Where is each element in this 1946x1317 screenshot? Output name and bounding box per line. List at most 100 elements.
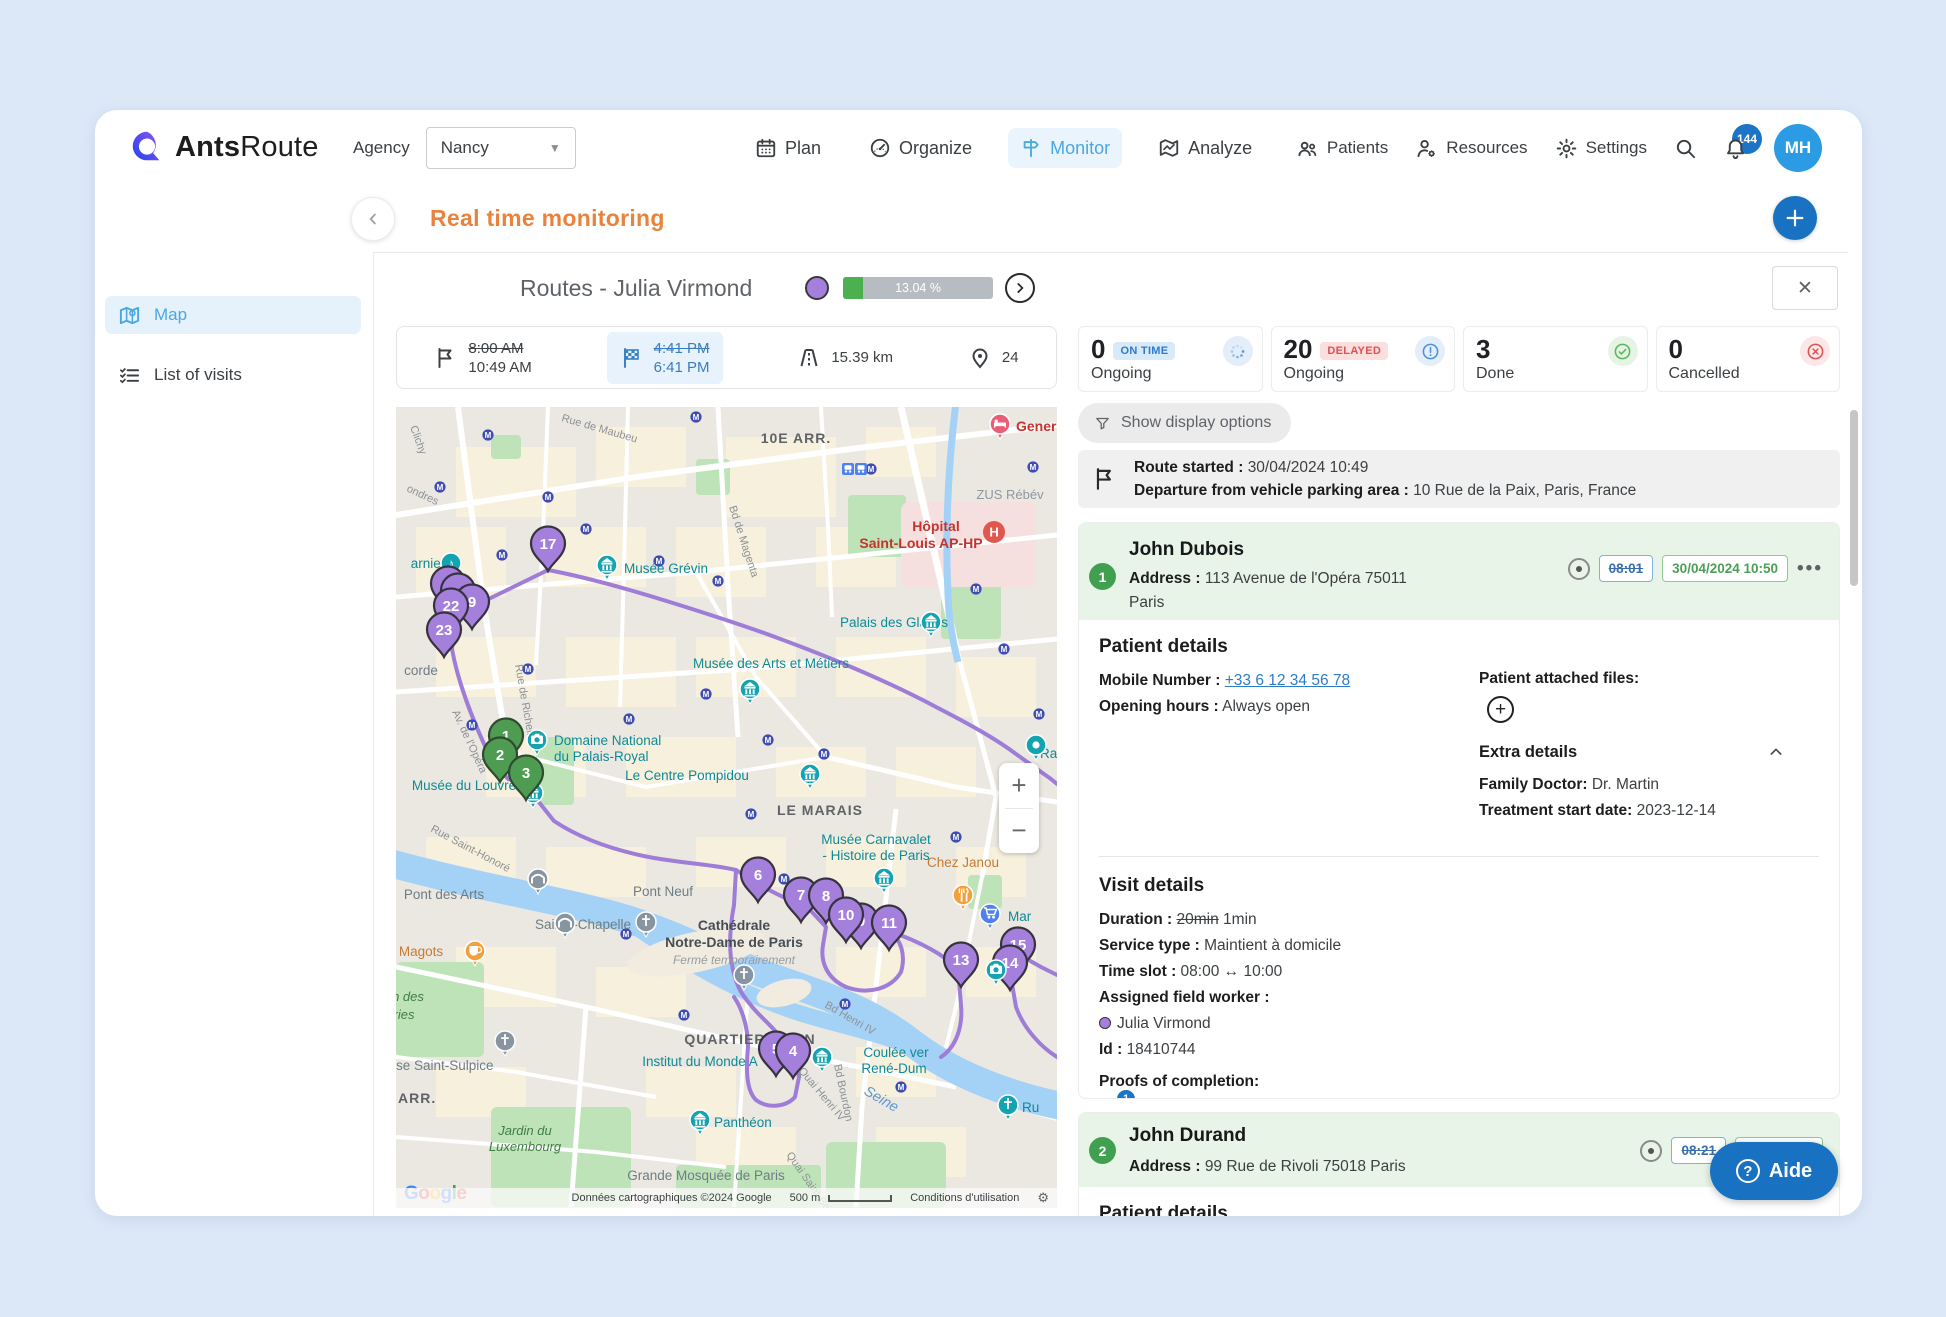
nav-link-settings[interactable]: Settings xyxy=(1555,137,1647,160)
back-button[interactable] xyxy=(351,197,395,241)
antsroute-logo-icon xyxy=(128,128,166,166)
visit-header[interactable]: 1 John Dubois Address : 113 Avenue de l'… xyxy=(1079,523,1839,620)
chart-icon xyxy=(1158,137,1180,159)
train-station-icon[interactable] xyxy=(842,463,854,475)
svg-text:M: M xyxy=(499,551,506,560)
next-route-button[interactable] xyxy=(1005,273,1035,303)
notifications-button[interactable]: 144 xyxy=(1724,137,1747,160)
svg-text:4: 4 xyxy=(789,1043,798,1060)
map-scale-bar xyxy=(828,1195,892,1202)
map-label: Musée Grévin xyxy=(624,561,708,576)
filter-icon xyxy=(1094,415,1111,432)
nav-link-resources[interactable]: Resources xyxy=(1415,137,1527,160)
metro-icon: M xyxy=(1027,461,1038,472)
status-count: 0 xyxy=(1669,334,1683,365)
status-card-ongoing-on-time[interactable]: 0ON TIMEOngoing xyxy=(1078,326,1263,392)
more-menu-button[interactable]: ••• xyxy=(1797,558,1823,580)
avatar[interactable]: MH xyxy=(1774,124,1822,172)
map-label: Fermé temporairement xyxy=(673,953,796,967)
poi-cart-icon[interactable] xyxy=(980,904,1000,929)
mobile-number-link[interactable]: +33 6 12 34 56 78 xyxy=(1225,672,1350,689)
status-card-cancelled[interactable]: 0Cancelled xyxy=(1656,326,1841,392)
route-title: Routes - Julia Virmond xyxy=(520,275,752,302)
metro-icon: M xyxy=(434,481,445,492)
svg-text:M: M xyxy=(821,750,828,759)
metro-icon: M xyxy=(1033,708,1044,719)
locate-icon[interactable] xyxy=(1640,1140,1662,1162)
svg-text:M: M xyxy=(545,493,552,502)
metro-icon: M xyxy=(623,713,634,724)
metro-icon: M xyxy=(466,719,477,730)
poi-bridge-icon[interactable] xyxy=(555,913,575,938)
map-label: Mar xyxy=(1008,909,1032,924)
metro-icon: M xyxy=(580,523,591,534)
map-error-icon[interactable]: ⚙ xyxy=(1037,1190,1049,1206)
close-panel-button[interactable]: ✕ xyxy=(1772,266,1838,310)
add-button[interactable] xyxy=(1773,196,1817,240)
poi-museum-icon[interactable] xyxy=(921,612,941,637)
route-header: Routes - Julia Virmond 13.04 % ✕ xyxy=(373,252,1862,326)
svg-text:M: M xyxy=(715,577,722,586)
worker-color-dot xyxy=(1099,1017,1111,1029)
map-label: LE MARAIS xyxy=(777,802,863,818)
tab-analyze[interactable]: Analyze xyxy=(1146,128,1264,168)
help-button[interactable]: ? Aide xyxy=(1710,1142,1838,1200)
zoom-out-button[interactable]: − xyxy=(999,809,1039,854)
tab-plan[interactable]: Plan xyxy=(743,128,833,168)
actual-time-box: 30/04/2024 10:50 xyxy=(1662,555,1788,582)
patient-address: Address : 99 Rue de Rivoli 75018 Paris xyxy=(1129,1155,1429,1179)
tab-monitor[interactable]: Monitor xyxy=(1008,128,1122,168)
map[interactable]: ClichyondresRue de MaubeuBd de MagentaRu… xyxy=(396,407,1057,1208)
route-stats-bar: 8:00 AM10:49 AM 4:41 PM6:41 PM 15.39 km xyxy=(396,326,1057,389)
locate-icon[interactable] xyxy=(1568,558,1590,580)
map-label: Luxembourg xyxy=(489,1139,562,1154)
svg-text:6: 6 xyxy=(754,867,762,884)
sidebar-item-map[interactable]: Map xyxy=(105,296,361,334)
poi-museum-icon[interactable] xyxy=(812,1047,832,1072)
stop-number-badge: 2 xyxy=(1089,1137,1116,1164)
svg-text:H: H xyxy=(989,525,998,540)
map-canvas: ClichyondresRue de MaubeuBd de MagentaRu… xyxy=(396,407,1057,1208)
agency-select[interactable]: Nancy ▼ xyxy=(426,127,576,169)
train-station-icon[interactable] xyxy=(855,463,867,475)
map-label: Cathédrale xyxy=(698,917,771,933)
metro-icon: M xyxy=(839,998,850,1009)
map-label: - Histoire de Paris xyxy=(822,848,930,863)
map-label: ZUS Rébév xyxy=(976,487,1044,502)
svg-text:3: 3 xyxy=(522,765,530,782)
status-card-ongoing-delayed[interactable]: 20DELAYEDOngoing xyxy=(1271,326,1456,392)
app-window: AntsRoute Agency Nancy ▼ PlanOrganizeMon… xyxy=(95,110,1862,1216)
add-file-button[interactable]: + xyxy=(1487,696,1514,723)
svg-text:M: M xyxy=(842,1000,849,1009)
nav-tabs: Plan Organize Monitor Analyze xyxy=(743,110,1264,186)
poi-museum-icon[interactable] xyxy=(740,679,760,704)
checkered-flag-icon xyxy=(620,346,644,370)
map-label: Jardin du xyxy=(497,1123,551,1138)
stat-start: 8:00 AM10:49 AM xyxy=(434,339,531,377)
status-card-done[interactable]: 3Done xyxy=(1463,326,1648,392)
zoom-in-button[interactable]: + xyxy=(999,763,1039,808)
show-display-options-button[interactable]: Show display options xyxy=(1078,403,1291,443)
signpost-icon xyxy=(1020,137,1042,159)
status-badge: ON TIME xyxy=(1113,342,1175,360)
search-icon[interactable] xyxy=(1674,137,1697,160)
map-label: Saint-Louis AP-HP xyxy=(859,535,982,551)
status-count: 20 xyxy=(1284,334,1313,365)
brand-logo[interactable]: AntsRoute xyxy=(128,128,319,166)
navbar: AntsRoute Agency Nancy ▼ PlanOrganizeMon… xyxy=(95,110,1862,186)
hospital-icon[interactable]: H xyxy=(983,521,1005,543)
map-terms-link[interactable]: Conditions d'utilisation xyxy=(910,1192,1019,1204)
status-label: Done xyxy=(1476,365,1635,383)
panel-scrollbar[interactable] xyxy=(1850,410,1858,586)
nav-link-patients[interactable]: Patients xyxy=(1296,137,1388,160)
tab-organize[interactable]: Organize xyxy=(857,128,984,168)
map-label: Ru xyxy=(1022,1100,1039,1115)
collapse-extra-button[interactable] xyxy=(1768,744,1784,765)
map-marker-6[interactable]: 6 xyxy=(741,858,775,903)
sidebar-item-list-of-visits[interactable]: List of visits xyxy=(105,356,361,394)
poi-church-icon[interactable] xyxy=(998,1095,1018,1120)
patient-address: Address : 113 Avenue de l'Opéra 75011 Pa… xyxy=(1129,567,1429,615)
poi-museum-icon[interactable] xyxy=(874,868,894,893)
map-credit: Données cartographiques ©2024 Google xyxy=(572,1192,772,1204)
poi-church-icon[interactable] xyxy=(495,1031,515,1056)
